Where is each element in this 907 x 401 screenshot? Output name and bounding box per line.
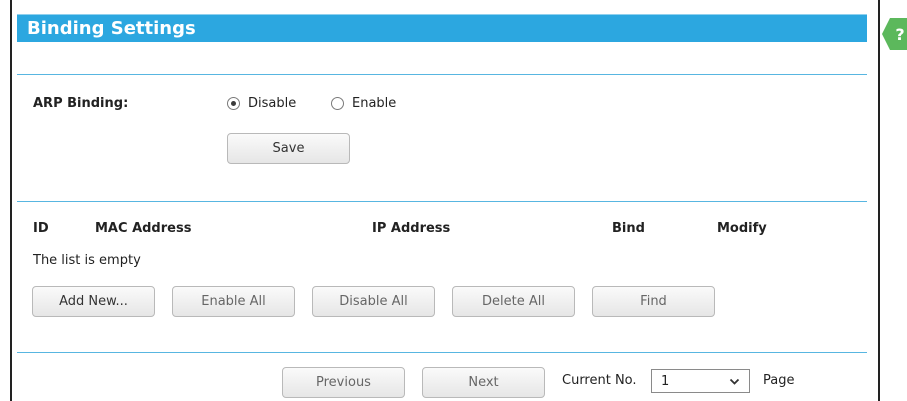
chevron-down-icon — [729, 378, 740, 385]
empty-list-message: The list is empty — [33, 253, 141, 268]
next-button[interactable]: Next — [422, 367, 545, 398]
divider-bottom — [17, 352, 867, 353]
col-ip-address: IP Address — [372, 221, 451, 236]
radio-disable-label: Disable — [248, 96, 297, 111]
radio-enable[interactable]: Enable — [331, 96, 396, 111]
current-no-label: Current No. — [562, 373, 637, 388]
page-label: Page — [763, 373, 795, 388]
help-glyph: ? — [895, 25, 904, 44]
col-modify: Modify — [717, 221, 767, 236]
divider-middle — [17, 201, 867, 202]
delete-all-button[interactable]: Delete All — [452, 286, 575, 317]
radio-enable-label: Enable — [352, 96, 397, 111]
section-header: Binding Settings — [17, 14, 867, 42]
disable-all-button[interactable]: Disable All — [312, 286, 435, 317]
section-title: Binding Settings — [27, 18, 196, 39]
arp-binding-label: ARP Binding: — [33, 96, 129, 111]
page-select-value: 1 — [661, 373, 670, 389]
help-icon[interactable]: ? — [882, 18, 907, 50]
page-select[interactable]: 1 — [651, 369, 750, 393]
divider-top — [17, 74, 867, 75]
enable-all-button[interactable]: Enable All — [172, 286, 295, 317]
find-button[interactable]: Find — [592, 286, 715, 317]
add-new-button[interactable]: Add New... — [32, 286, 155, 317]
col-mac-address: MAC Address — [95, 221, 192, 236]
radio-disable-dot[interactable] — [227, 97, 240, 110]
radio-disable[interactable]: Disable — [227, 96, 296, 111]
col-bind: Bind — [612, 221, 645, 236]
radio-enable-dot[interactable] — [331, 97, 344, 110]
col-id: ID — [33, 221, 49, 236]
previous-button[interactable]: Previous — [282, 367, 405, 398]
save-button[interactable]: Save — [227, 133, 350, 164]
